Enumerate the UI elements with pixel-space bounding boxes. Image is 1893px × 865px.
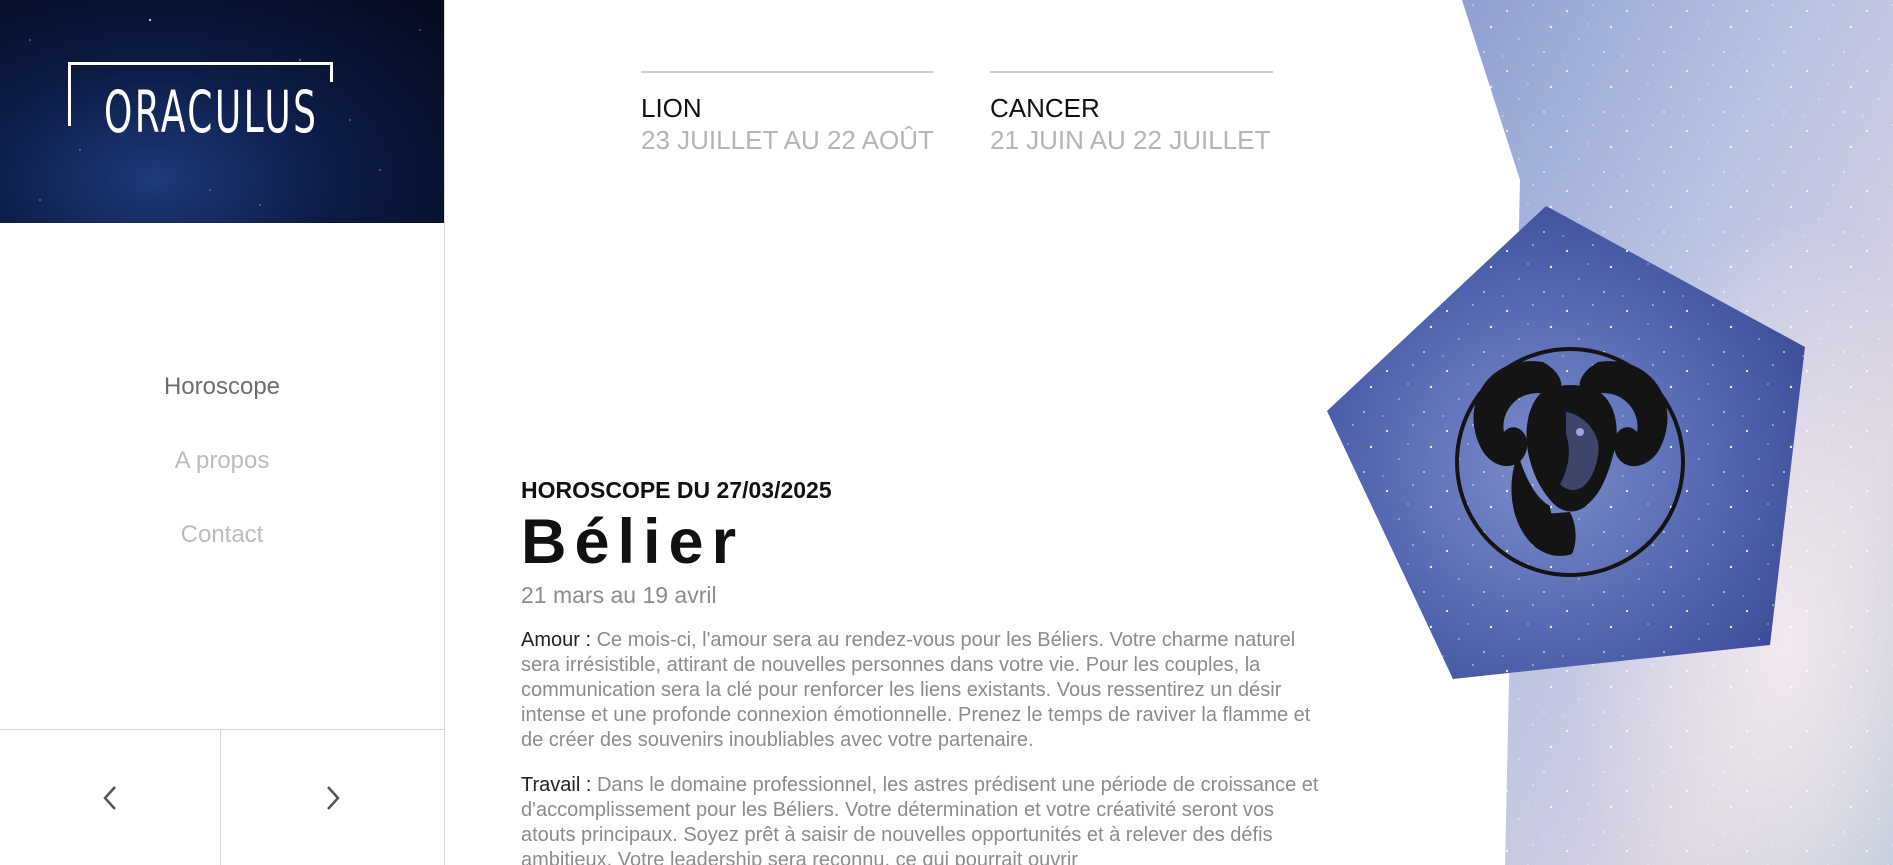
previous-button[interactable]: [0, 730, 221, 865]
sign-link-lion[interactable]: LION 23 JUILLET AU 22 AOÛT: [641, 71, 934, 157]
sign-link-name: LION: [641, 93, 702, 123]
sign-title: Bélier: [521, 507, 745, 577]
next-button[interactable]: [221, 730, 444, 865]
ram-aries-icon: [1455, 347, 1685, 577]
work-text: Dans le domaine professionnel, les astre…: [521, 774, 1319, 865]
sign-link-cancer[interactable]: CANCER 21 JUIN AU 22 JUILLET: [990, 71, 1273, 157]
sign-link-dates: 21 JUIN AU 22 JUILLET: [990, 125, 1271, 155]
sign-link-dates: 23 JUILLET AU 22 AOÛT: [641, 125, 934, 155]
horoscope-content: HOROSCOPE DU 27/03/2025 Bélier 21 mars a…: [521, 476, 1321, 865]
work-paragraph: Travail : Dans le domaine professionnel,…: [521, 773, 1321, 865]
main-nav: Horoscope A propos Contact: [0, 372, 444, 594]
sign-link-name: CANCER: [990, 93, 1100, 123]
logo-text: ORACULUS: [104, 78, 319, 146]
love-paragraph: Amour : Ce mois-ci, l'amour sera au rend…: [521, 628, 1321, 753]
logo[interactable]: ORACULUS: [0, 0, 444, 223]
nav-item-contact[interactable]: Contact: [0, 520, 444, 550]
love-label: Amour :: [521, 629, 592, 651]
horoscope-date-heading: HOROSCOPE DU 27/03/2025: [521, 477, 832, 503]
chevron-right-icon: [326, 785, 340, 810]
sidebar: ORACULUS Horoscope A propos Contact: [0, 0, 445, 865]
work-label: Travail :: [521, 774, 592, 796]
nav-item-a-propos[interactable]: A propos: [0, 446, 444, 476]
love-text: Ce mois-ci, l'amour sera au rendez-vous …: [521, 629, 1311, 751]
pager: [0, 729, 445, 865]
sign-date-range: 21 mars au 19 avril: [521, 582, 717, 608]
page: ORACULUS Horoscope A propos Contact LION…: [0, 0, 1893, 865]
nav-item-horoscope[interactable]: Horoscope: [0, 372, 444, 402]
chevron-left-icon: [103, 785, 116, 810]
